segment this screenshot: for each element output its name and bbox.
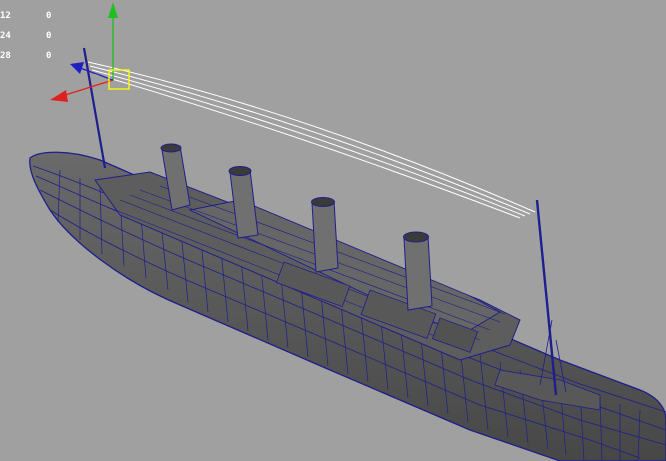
3d-viewport[interactable]: 12 0 24 0 28 0 xyxy=(0,0,666,461)
x-axis-handle[interactable] xyxy=(61,79,114,97)
fore-mast[interactable] xyxy=(82,47,107,169)
move-manipulator[interactable] xyxy=(50,2,130,102)
scene-canvas[interactable] xyxy=(0,0,666,461)
y-axis-arrow-icon[interactable] xyxy=(108,2,118,18)
x-axis-arrow-icon[interactable] xyxy=(50,90,68,102)
funnel-4[interactable] xyxy=(403,231,433,311)
z-axis-arrow-icon[interactable] xyxy=(70,62,84,74)
funnel-3[interactable] xyxy=(311,197,339,273)
